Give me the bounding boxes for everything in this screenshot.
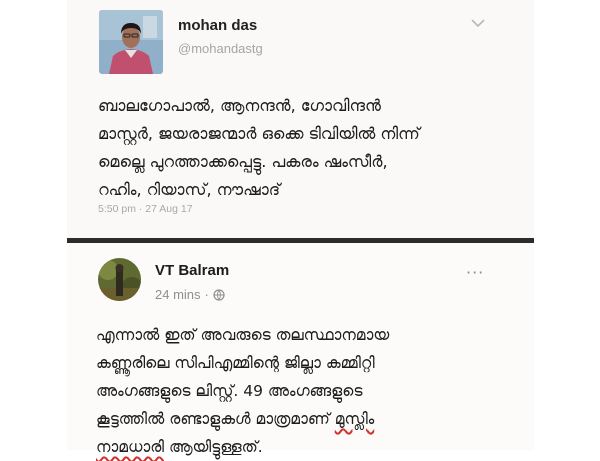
separator: · <box>204 287 209 302</box>
post-time[interactable]: 24 mins <box>155 287 201 302</box>
tweet-line: ബാലഗോപാൽ, ആനന്ദൻ, ഗോവിന്ദൻ <box>98 96 381 115</box>
tweet-line: മെല്ലെ പുറത്താക്കപ്പെട്ടു. പകരം ഷംസീർ, <box>98 152 388 171</box>
post-line: കൂട്ടത്തിൽ രണ്ടാളുകൾ മാത്രമാണ് മുസ്ലിം <box>96 405 516 433</box>
spellcheck-underlined-word[interactable]: നാമധാരി <box>96 438 164 456</box>
author-name[interactable]: VT Balram <box>155 262 229 279</box>
post-line: കണ്ണൂരിലെ സിപിഎമ്മിന്റെ ജില്ലാ കമ്മിറ്റി <box>96 354 375 372</box>
author-name[interactable]: mohan das <box>178 17 257 34</box>
post-text: എന്നാൽ ഇത് അവരുടെ തലസ്ഥാനമായ കണ്ണൂരിലെ സ… <box>96 321 516 461</box>
spellcheck-underlined-word[interactable]: മുസ്ലിം <box>335 410 374 428</box>
post-text-segment: ആയിട്ടുള്ളത്. <box>164 438 263 456</box>
post-line: അംഗങ്ങളുടെ ലിസ്റ്റ്. 49 അംഗങ്ങളുടെ <box>96 382 363 400</box>
avatar[interactable] <box>98 258 141 301</box>
chevron-down-icon[interactable] <box>471 18 485 28</box>
post-line: എന്നാൽ ഇത് അവരുടെ തലസ്ഥാനമായ <box>96 326 390 344</box>
profile-photo <box>99 10 163 74</box>
tweet-card: mohan das @mohandastg ബാലഗോപാൽ, ആനന്ദൻ, … <box>67 0 534 238</box>
post-text-segment: കൂട്ടത്തിൽ രണ്ടാളുകൾ മാത്രമാണ് <box>96 410 335 428</box>
avatar[interactable] <box>99 10 163 74</box>
profile-photo <box>98 258 141 301</box>
post-meta: 24 mins · <box>155 287 225 302</box>
tweet-line: മാസ്റ്റർ, ജയരാജന്മാർ ഒക്കെ ടിവിയിൽ നിന്ന… <box>98 124 420 143</box>
globe-icon[interactable] <box>213 288 225 301</box>
tweet-text: ബാലഗോപാൽ, ആനന്ദൻ, ഗോവിന്ദൻ മാസ്റ്റർ, ജയര… <box>98 92 518 204</box>
more-options-icon[interactable]: ··· <box>466 263 484 282</box>
post-card: VT Balram 24 mins · ··· എന്നാൽ ഇത് അവരുട… <box>67 243 534 456</box>
post-line: നാമധാരി ആയിട്ടുള്ളത്. <box>96 433 516 461</box>
tweet-timestamp[interactable]: 5:50 pm · 27 Aug 17 <box>98 203 193 215</box>
author-handle[interactable]: @mohandastg <box>178 41 263 56</box>
tweet-line: റഹിം, റിയാസ്, നൗഷാദ് <box>98 180 281 199</box>
